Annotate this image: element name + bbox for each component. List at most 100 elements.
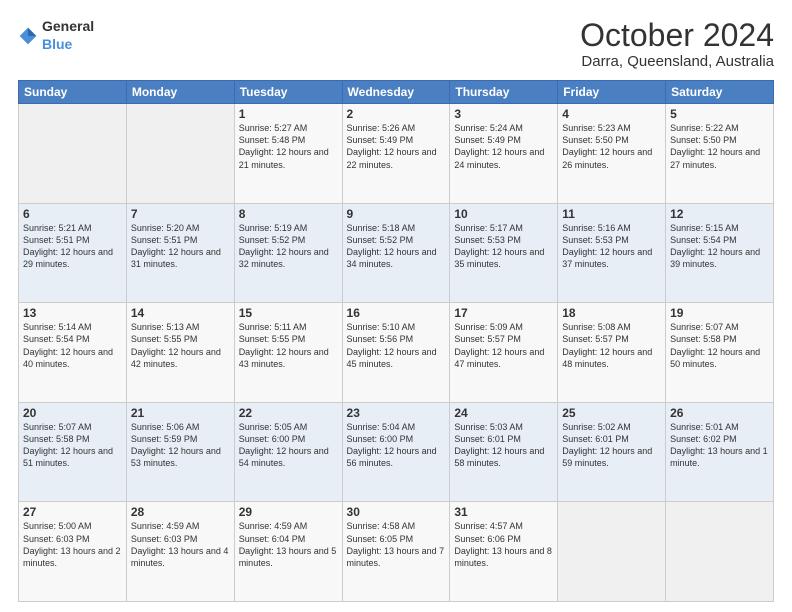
calendar-row-0: 1Sunrise: 5:27 AM Sunset: 5:48 PM Daylig… xyxy=(19,104,774,204)
calendar-cell: 14Sunrise: 5:13 AM Sunset: 5:55 PM Dayli… xyxy=(126,303,234,403)
day-info: Sunrise: 5:14 AM Sunset: 5:54 PM Dayligh… xyxy=(23,321,122,370)
header-row: Sunday Monday Tuesday Wednesday Thursday… xyxy=(19,81,774,104)
day-info: Sunrise: 5:10 AM Sunset: 5:56 PM Dayligh… xyxy=(347,321,446,370)
day-number: 31 xyxy=(454,505,553,519)
calendar-cell xyxy=(19,104,127,204)
calendar-cell: 2Sunrise: 5:26 AM Sunset: 5:49 PM Daylig… xyxy=(342,104,450,204)
calendar-cell: 26Sunrise: 5:01 AM Sunset: 6:02 PM Dayli… xyxy=(666,402,774,502)
calendar-cell: 5Sunrise: 5:22 AM Sunset: 5:50 PM Daylig… xyxy=(666,104,774,204)
logo-blue-text: Blue xyxy=(42,36,72,52)
day-number: 29 xyxy=(239,505,338,519)
logo: General Blue xyxy=(18,18,94,54)
day-number: 12 xyxy=(670,207,769,221)
day-info: Sunrise: 5:00 AM Sunset: 6:03 PM Dayligh… xyxy=(23,520,122,569)
day-info: Sunrise: 5:20 AM Sunset: 5:51 PM Dayligh… xyxy=(131,222,230,271)
day-info: Sunrise: 4:59 AM Sunset: 6:04 PM Dayligh… xyxy=(239,520,338,569)
day-number: 13 xyxy=(23,306,122,320)
day-number: 8 xyxy=(239,207,338,221)
calendar-cell: 18Sunrise: 5:08 AM Sunset: 5:57 PM Dayli… xyxy=(558,303,666,403)
day-info: Sunrise: 5:16 AM Sunset: 5:53 PM Dayligh… xyxy=(562,222,661,271)
calendar-cell: 10Sunrise: 5:17 AM Sunset: 5:53 PM Dayli… xyxy=(450,203,558,303)
day-number: 9 xyxy=(347,207,446,221)
col-wednesday: Wednesday xyxy=(342,81,450,104)
calendar-cell: 29Sunrise: 4:59 AM Sunset: 6:04 PM Dayli… xyxy=(234,502,342,602)
calendar-cell xyxy=(126,104,234,204)
col-sunday: Sunday xyxy=(19,81,127,104)
page: General Blue October 2024 Darra, Queensl… xyxy=(0,0,792,612)
col-thursday: Thursday xyxy=(450,81,558,104)
day-info: Sunrise: 5:01 AM Sunset: 6:02 PM Dayligh… xyxy=(670,421,769,470)
day-number: 4 xyxy=(562,107,661,121)
day-info: Sunrise: 5:07 AM Sunset: 5:58 PM Dayligh… xyxy=(670,321,769,370)
day-info: Sunrise: 5:02 AM Sunset: 6:01 PM Dayligh… xyxy=(562,421,661,470)
day-info: Sunrise: 5:09 AM Sunset: 5:57 PM Dayligh… xyxy=(454,321,553,370)
calendar-cell: 6Sunrise: 5:21 AM Sunset: 5:51 PM Daylig… xyxy=(19,203,127,303)
day-info: Sunrise: 4:59 AM Sunset: 6:03 PM Dayligh… xyxy=(131,520,230,569)
day-info: Sunrise: 5:15 AM Sunset: 5:54 PM Dayligh… xyxy=(670,222,769,271)
day-info: Sunrise: 5:06 AM Sunset: 5:59 PM Dayligh… xyxy=(131,421,230,470)
calendar-cell: 15Sunrise: 5:11 AM Sunset: 5:55 PM Dayli… xyxy=(234,303,342,403)
calendar-cell: 9Sunrise: 5:18 AM Sunset: 5:52 PM Daylig… xyxy=(342,203,450,303)
day-number: 11 xyxy=(562,207,661,221)
calendar-row-1: 6Sunrise: 5:21 AM Sunset: 5:51 PM Daylig… xyxy=(19,203,774,303)
day-number: 21 xyxy=(131,406,230,420)
calendar-cell: 30Sunrise: 4:58 AM Sunset: 6:05 PM Dayli… xyxy=(342,502,450,602)
calendar-row-3: 20Sunrise: 5:07 AM Sunset: 5:58 PM Dayli… xyxy=(19,402,774,502)
day-info: Sunrise: 5:08 AM Sunset: 5:57 PM Dayligh… xyxy=(562,321,661,370)
calendar-cell: 7Sunrise: 5:20 AM Sunset: 5:51 PM Daylig… xyxy=(126,203,234,303)
day-number: 17 xyxy=(454,306,553,320)
calendar-cell xyxy=(666,502,774,602)
calendar-cell: 21Sunrise: 5:06 AM Sunset: 5:59 PM Dayli… xyxy=(126,402,234,502)
col-monday: Monday xyxy=(126,81,234,104)
calendar-cell: 8Sunrise: 5:19 AM Sunset: 5:52 PM Daylig… xyxy=(234,203,342,303)
day-info: Sunrise: 5:24 AM Sunset: 5:49 PM Dayligh… xyxy=(454,122,553,171)
calendar-cell: 11Sunrise: 5:16 AM Sunset: 5:53 PM Dayli… xyxy=(558,203,666,303)
col-saturday: Saturday xyxy=(666,81,774,104)
day-number: 20 xyxy=(23,406,122,420)
calendar-cell: 24Sunrise: 5:03 AM Sunset: 6:01 PM Dayli… xyxy=(450,402,558,502)
day-info: Sunrise: 5:26 AM Sunset: 5:49 PM Dayligh… xyxy=(347,122,446,171)
day-info: Sunrise: 5:17 AM Sunset: 5:53 PM Dayligh… xyxy=(454,222,553,271)
day-number: 2 xyxy=(347,107,446,121)
location-title: Darra, Queensland, Australia xyxy=(580,53,774,70)
calendar-cell: 20Sunrise: 5:07 AM Sunset: 5:58 PM Dayli… xyxy=(19,402,127,502)
day-info: Sunrise: 5:07 AM Sunset: 5:58 PM Dayligh… xyxy=(23,421,122,470)
calendar-cell: 3Sunrise: 5:24 AM Sunset: 5:49 PM Daylig… xyxy=(450,104,558,204)
day-number: 27 xyxy=(23,505,122,519)
title-section: October 2024 Darra, Queensland, Australi… xyxy=(580,18,774,70)
month-title: October 2024 xyxy=(580,18,774,53)
day-info: Sunrise: 5:27 AM Sunset: 5:48 PM Dayligh… xyxy=(239,122,338,171)
day-info: Sunrise: 5:13 AM Sunset: 5:55 PM Dayligh… xyxy=(131,321,230,370)
day-info: Sunrise: 5:18 AM Sunset: 5:52 PM Dayligh… xyxy=(347,222,446,271)
calendar-cell: 1Sunrise: 5:27 AM Sunset: 5:48 PM Daylig… xyxy=(234,104,342,204)
calendar-cell: 12Sunrise: 5:15 AM Sunset: 5:54 PM Dayli… xyxy=(666,203,774,303)
day-number: 26 xyxy=(670,406,769,420)
day-number: 3 xyxy=(454,107,553,121)
calendar-cell: 31Sunrise: 4:57 AM Sunset: 6:06 PM Dayli… xyxy=(450,502,558,602)
day-info: Sunrise: 4:57 AM Sunset: 6:06 PM Dayligh… xyxy=(454,520,553,569)
calendar-cell xyxy=(558,502,666,602)
day-number: 7 xyxy=(131,207,230,221)
calendar-cell: 22Sunrise: 5:05 AM Sunset: 6:00 PM Dayli… xyxy=(234,402,342,502)
day-info: Sunrise: 5:03 AM Sunset: 6:01 PM Dayligh… xyxy=(454,421,553,470)
calendar-table: Sunday Monday Tuesday Wednesday Thursday… xyxy=(18,80,774,602)
day-number: 15 xyxy=(239,306,338,320)
calendar-row-4: 27Sunrise: 5:00 AM Sunset: 6:03 PM Dayli… xyxy=(19,502,774,602)
day-number: 24 xyxy=(454,406,553,420)
day-number: 30 xyxy=(347,505,446,519)
day-info: Sunrise: 5:22 AM Sunset: 5:50 PM Dayligh… xyxy=(670,122,769,171)
calendar-row-2: 13Sunrise: 5:14 AM Sunset: 5:54 PM Dayli… xyxy=(19,303,774,403)
day-info: Sunrise: 5:05 AM Sunset: 6:00 PM Dayligh… xyxy=(239,421,338,470)
day-info: Sunrise: 5:04 AM Sunset: 6:00 PM Dayligh… xyxy=(347,421,446,470)
calendar-cell: 4Sunrise: 5:23 AM Sunset: 5:50 PM Daylig… xyxy=(558,104,666,204)
calendar-cell: 16Sunrise: 5:10 AM Sunset: 5:56 PM Dayli… xyxy=(342,303,450,403)
day-number: 28 xyxy=(131,505,230,519)
calendar-cell: 13Sunrise: 5:14 AM Sunset: 5:54 PM Dayli… xyxy=(19,303,127,403)
day-number: 10 xyxy=(454,207,553,221)
calendar-cell: 19Sunrise: 5:07 AM Sunset: 5:58 PM Dayli… xyxy=(666,303,774,403)
day-number: 22 xyxy=(239,406,338,420)
col-tuesday: Tuesday xyxy=(234,81,342,104)
day-info: Sunrise: 5:21 AM Sunset: 5:51 PM Dayligh… xyxy=(23,222,122,271)
day-number: 1 xyxy=(239,107,338,121)
day-info: Sunrise: 5:11 AM Sunset: 5:55 PM Dayligh… xyxy=(239,321,338,370)
